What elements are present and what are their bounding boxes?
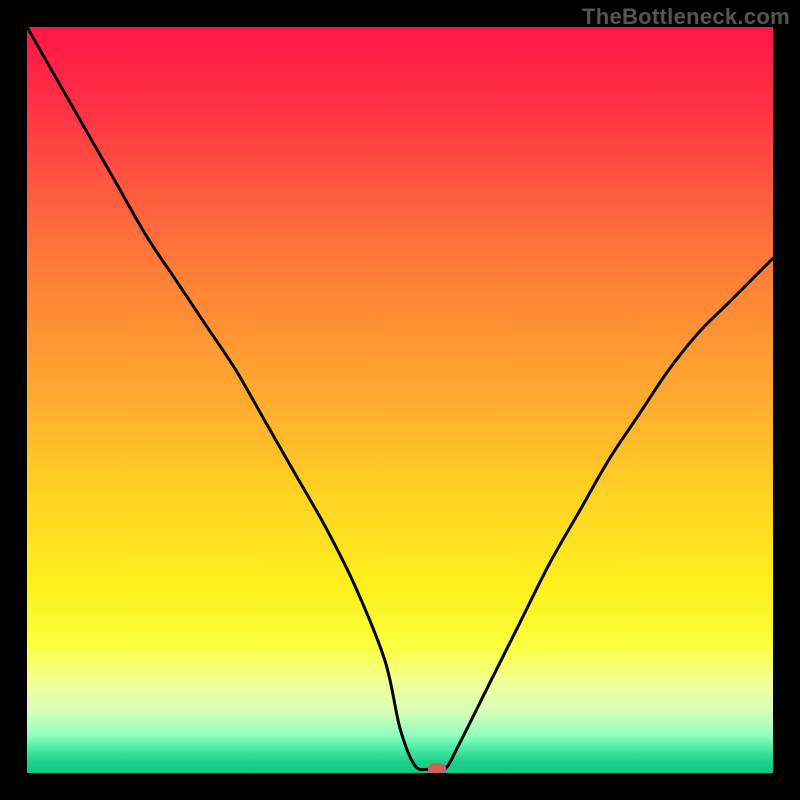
bottleneck-curve bbox=[27, 27, 773, 773]
plot-area bbox=[27, 27, 773, 773]
watermark-text: TheBottleneck.com bbox=[582, 4, 790, 30]
optimum-marker bbox=[428, 763, 446, 773]
chart-frame: TheBottleneck.com bbox=[0, 0, 800, 800]
